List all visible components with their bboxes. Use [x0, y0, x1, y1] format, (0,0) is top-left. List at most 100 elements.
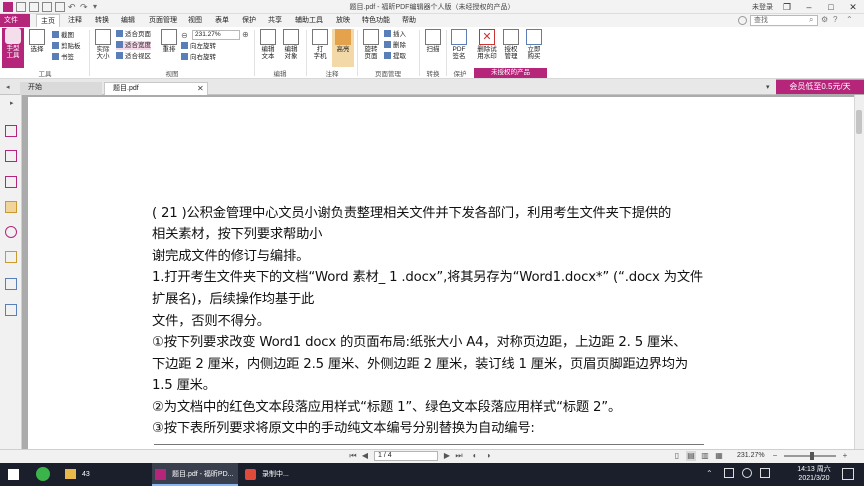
zoom-out-status-icon[interactable]: −: [770, 451, 780, 461]
fit-view-button[interactable]: 适合视区: [116, 52, 151, 61]
menu-features[interactable]: 特色功能: [358, 14, 394, 27]
ime-icon[interactable]: [760, 468, 770, 478]
menu-share[interactable]: 共享: [264, 14, 286, 27]
promo-banner[interactable]: 会员低至0.5元/天: [776, 80, 864, 94]
typewriter-button[interactable]: 打 字机: [309, 29, 331, 67]
restore-icon[interactable]: ❐: [776, 0, 798, 14]
menu-edit[interactable]: 编辑: [117, 14, 139, 27]
redo-icon[interactable]: ↷: [80, 2, 90, 12]
search-icon[interactable]: ⌕: [809, 16, 817, 24]
bookmark-button[interactable]: 书签: [52, 53, 74, 62]
tab-menu-icon[interactable]: ▾: [766, 83, 770, 91]
buy-now-button[interactable]: 立即 购买: [523, 29, 545, 67]
tab-scroll-left-icon[interactable]: ◂: [6, 83, 10, 91]
clipboard-button[interactable]: 剪贴板: [52, 42, 81, 51]
scan-button[interactable]: 扫描: [422, 29, 444, 67]
volume-icon[interactable]: [742, 468, 752, 478]
next-page-icon[interactable]: ▶: [442, 451, 452, 461]
clock[interactable]: 14:13 周六 2021/3/20: [794, 465, 834, 483]
undo-icon[interactable]: ↶: [68, 2, 78, 12]
last-page-icon[interactable]: ⏭: [454, 451, 464, 461]
sidebar-expand-icon[interactable]: ▸: [10, 99, 14, 107]
tab-close-icon[interactable]: ✕: [197, 84, 204, 93]
expand-icon[interactable]: ⌃: [846, 15, 856, 25]
qat-menu-icon[interactable]: ▾: [93, 2, 103, 12]
user-icon[interactable]: [738, 16, 747, 25]
pdf-sign-button[interactable]: PDF 签名: [448, 29, 470, 67]
help-icon[interactable]: ?: [833, 15, 843, 25]
menu-view[interactable]: 视图: [184, 14, 206, 27]
select-button[interactable]: 选择: [26, 29, 48, 67]
menu-page-manage[interactable]: 页面管理: [145, 14, 181, 27]
attachments-panel-icon[interactable]: [5, 226, 17, 238]
zoom-out-icon[interactable]: ⊖: [181, 31, 188, 40]
extract-button[interactable]: 提取: [384, 52, 406, 61]
menu-protect[interactable]: 保护: [238, 14, 260, 27]
reflow-button[interactable]: 重排: [158, 29, 180, 67]
browser-icon[interactable]: [36, 467, 50, 481]
delete-page-button[interactable]: 删除: [384, 41, 406, 50]
license-button[interactable]: 授权 管理: [500, 29, 522, 67]
hand-tool-button[interactable]: 手型 工具: [2, 28, 24, 68]
forward-icon[interactable]: ◑: [483, 451, 493, 461]
continuous-view-icon[interactable]: ▤: [686, 451, 696, 461]
minimize-button[interactable]: –: [798, 0, 820, 14]
rotate-left-button[interactable]: 向左旋转: [181, 42, 216, 51]
insert-button[interactable]: 插入: [384, 30, 406, 39]
bookmark-panel-icon[interactable]: [5, 125, 17, 137]
vertical-scrollbar[interactable]: [854, 95, 864, 449]
tab-document[interactable]: 题目.pdf: [104, 82, 208, 95]
zoom-select[interactable]: 231.27%: [192, 30, 240, 40]
pen-icon: [451, 29, 467, 45]
tray-expand-icon[interactable]: ⌃: [706, 469, 713, 478]
menu-accessibility[interactable]: 辅助工具: [291, 14, 327, 27]
start-icon[interactable]: [8, 469, 19, 480]
login-status[interactable]: 未登录: [752, 2, 773, 12]
zoom-slider-handle[interactable]: [810, 452, 814, 460]
maximize-button[interactable]: □: [820, 0, 842, 14]
facing-continuous-view-icon[interactable]: ▦: [714, 451, 724, 461]
email-icon[interactable]: [55, 2, 65, 12]
menu-file[interactable]: 文件: [0, 14, 30, 27]
layers-panel-icon[interactable]: [5, 176, 17, 188]
menu-convert[interactable]: 转换: [91, 14, 113, 27]
fit-page-button[interactable]: 适合页面: [116, 30, 151, 39]
menu-slideshow[interactable]: 放映: [332, 14, 354, 27]
facing-view-icon[interactable]: ▥: [700, 451, 710, 461]
security-panel-icon[interactable]: [5, 251, 17, 263]
page-number-input[interactable]: 1 / 4: [374, 451, 438, 461]
tools-panel-icon[interactable]: [5, 304, 17, 316]
menu-comment[interactable]: 注释: [64, 14, 86, 27]
highlight-button[interactable]: 高亮: [332, 29, 354, 67]
save-icon[interactable]: [29, 2, 39, 12]
tab-start[interactable]: 开始: [20, 82, 102, 95]
comments-panel-icon[interactable]: [5, 201, 17, 213]
settings-icon[interactable]: ⚙: [821, 15, 831, 25]
search-input[interactable]: 查找: [750, 15, 818, 26]
network-icon[interactable]: [724, 468, 734, 478]
rotate-right-button[interactable]: 向右旋转: [181, 53, 216, 62]
print-icon[interactable]: [42, 2, 52, 12]
notification-icon[interactable]: [842, 468, 854, 480]
actual-size-button[interactable]: 实际 大小: [92, 29, 114, 67]
prev-page-icon[interactable]: ◀: [360, 451, 370, 461]
first-page-icon[interactable]: ⏮: [348, 451, 358, 461]
fit-width-button[interactable]: 适合宽度: [116, 41, 151, 50]
single-page-view-icon[interactable]: ▯: [672, 451, 682, 461]
edit-object-button[interactable]: 编辑 对象: [280, 29, 302, 67]
close-button[interactable]: ✕: [842, 0, 864, 14]
pages-panel-icon[interactable]: [5, 150, 17, 162]
menu-home[interactable]: 主页: [36, 14, 60, 27]
edit-text-button[interactable]: 编辑 文本: [257, 29, 279, 67]
open-icon[interactable]: [16, 2, 26, 12]
rotate-page-button[interactable]: 旋转 页面: [360, 29, 382, 67]
zoom-in-icon[interactable]: ⊕: [242, 30, 249, 39]
menu-form[interactable]: 表单: [211, 14, 233, 27]
zoom-in-status-icon[interactable]: +: [840, 451, 850, 461]
back-icon[interactable]: ◐: [470, 451, 480, 461]
menu-help[interactable]: 帮助: [398, 14, 420, 27]
remove-watermark-button[interactable]: ✕ 删除试 用水印: [476, 29, 498, 67]
snapshot-button[interactable]: 截图: [52, 31, 74, 40]
fields-panel-icon[interactable]: [5, 278, 17, 290]
scrollbar-thumb[interactable]: [856, 110, 862, 134]
